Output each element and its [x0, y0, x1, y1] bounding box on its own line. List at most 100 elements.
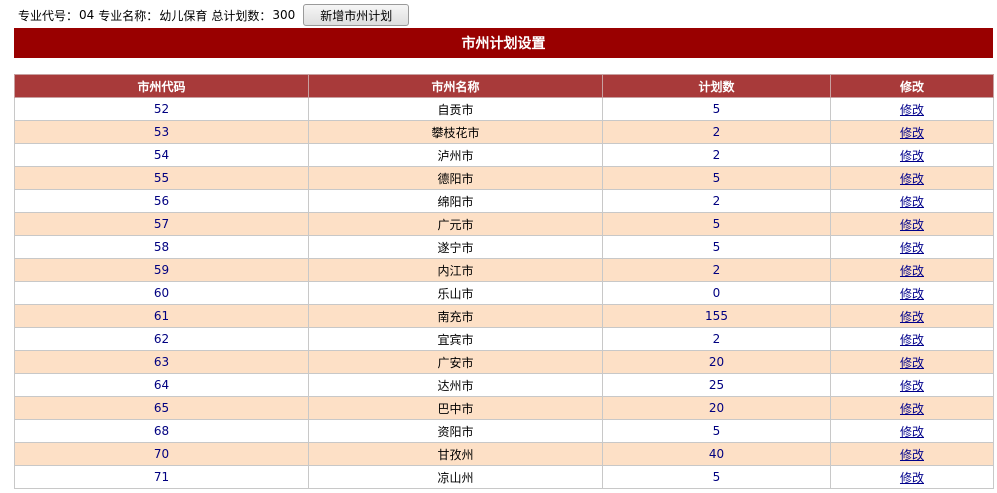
- city-name-cell: 凉山州: [308, 465, 603, 489]
- edit-link[interactable]: 修改: [900, 471, 924, 485]
- edit-link[interactable]: 修改: [900, 149, 924, 163]
- city-code-cell: 54: [14, 143, 309, 167]
- city-code-cell: 60: [14, 281, 309, 305]
- edit-link[interactable]: 修改: [900, 356, 924, 370]
- city-name-cell: 南充市: [308, 304, 603, 328]
- city-name-cell: 绵阳市: [308, 189, 603, 213]
- plan-count-cell: 20: [602, 396, 831, 420]
- plan-count-cell: 2: [602, 120, 831, 144]
- plan-count-cell: 5: [602, 419, 831, 443]
- city-code-cell: 56: [14, 189, 309, 213]
- column-header-edit: 修改: [830, 74, 994, 98]
- city-code-cell: 62: [14, 327, 309, 351]
- city-code-cell: 65: [14, 396, 309, 420]
- edit-cell: 修改: [830, 212, 994, 236]
- edit-cell: 修改: [830, 419, 994, 443]
- table-row: 56 绵阳市 2 修改: [14, 189, 994, 213]
- plan-count-cell: 2: [602, 189, 831, 213]
- add-city-plan-button[interactable]: 新增市州计划: [303, 4, 410, 26]
- edit-link[interactable]: 修改: [900, 402, 924, 416]
- edit-cell: 修改: [830, 327, 994, 351]
- edit-link[interactable]: 修改: [900, 448, 924, 462]
- table-row: 53 攀枝花市 2 修改: [14, 120, 994, 144]
- city-name-cell: 泸州市: [308, 143, 603, 167]
- plan-count-cell: 5: [602, 212, 831, 236]
- city-name-cell: 达州市: [308, 373, 603, 397]
- edit-link[interactable]: 修改: [900, 172, 924, 186]
- table-row: 71 凉山州 5 修改: [14, 465, 994, 489]
- city-code-cell: 55: [14, 166, 309, 190]
- plan-count-cell: 0: [602, 281, 831, 305]
- edit-cell: 修改: [830, 235, 994, 259]
- table-row: 55 德阳市 5 修改: [14, 166, 994, 190]
- table-row: 64 达州市 25 修改: [14, 373, 994, 397]
- table-row: 63 广安市 20 修改: [14, 350, 994, 374]
- city-name-cell: 甘孜州: [308, 442, 603, 466]
- edit-cell: 修改: [830, 97, 994, 121]
- edit-link[interactable]: 修改: [900, 126, 924, 140]
- column-header-city-name: 市州名称: [308, 74, 603, 98]
- edit-cell: 修改: [830, 350, 994, 374]
- edit-link[interactable]: 修改: [900, 264, 924, 278]
- edit-link[interactable]: 修改: [900, 287, 924, 301]
- city-name-cell: 广安市: [308, 350, 603, 374]
- table-row: 57 广元市 5 修改: [14, 212, 994, 236]
- city-name-cell: 攀枝花市: [308, 120, 603, 144]
- edit-cell: 修改: [830, 304, 994, 328]
- city-code-cell: 57: [14, 212, 309, 236]
- table-row: 60 乐山市 0 修改: [14, 281, 994, 305]
- table-row: 68 资阳市 5 修改: [14, 419, 994, 443]
- edit-cell: 修改: [830, 143, 994, 167]
- edit-link[interactable]: 修改: [900, 218, 924, 232]
- table-row: 54 泸州市 2 修改: [14, 143, 994, 167]
- major-info-bar: 专业代号： 04 专业名称： 幼儿保育 总计划数： 300 新增市州计划: [18, 3, 410, 27]
- edit-link[interactable]: 修改: [900, 310, 924, 324]
- city-code-cell: 59: [14, 258, 309, 282]
- city-code-cell: 68: [14, 419, 309, 443]
- major-code-label: 专业代号：: [18, 8, 79, 23]
- city-name-cell: 内江市: [308, 258, 603, 282]
- table-row: 61 南充市 155 修改: [14, 304, 994, 328]
- table-body: 52 自贡市 5 修改 53 攀枝花市 2 修改 54 泸州市 2 修改 55 德阳市 5 修改 56 绵阳市 2 修…: [14, 97, 994, 489]
- major-code-value: 04: [79, 8, 95, 22]
- city-name-cell: 广元市: [308, 212, 603, 236]
- plan-count-cell: 5: [602, 166, 831, 190]
- edit-link[interactable]: 修改: [900, 379, 924, 393]
- plan-count-cell: 5: [602, 465, 831, 489]
- city-code-cell: 52: [14, 97, 309, 121]
- plan-count-cell: 5: [602, 97, 831, 121]
- edit-cell: 修改: [830, 396, 994, 420]
- city-code-cell: 63: [14, 350, 309, 374]
- table-row: 59 内江市 2 修改: [14, 258, 994, 282]
- plan-count-cell: 2: [602, 327, 831, 351]
- edit-cell: 修改: [830, 373, 994, 397]
- edit-cell: 修改: [830, 120, 994, 144]
- plan-count-cell: 2: [602, 258, 831, 282]
- edit-link[interactable]: 修改: [900, 103, 924, 117]
- table-row: 52 自贡市 5 修改: [14, 97, 994, 121]
- city-name-cell: 乐山市: [308, 281, 603, 305]
- table-row: 58 遂宁市 5 修改: [14, 235, 994, 259]
- edit-link[interactable]: 修改: [900, 333, 924, 347]
- edit-cell: 修改: [830, 189, 994, 213]
- plan-count-cell: 40: [602, 442, 831, 466]
- city-name-cell: 自贡市: [308, 97, 603, 121]
- edit-link[interactable]: 修改: [900, 425, 924, 439]
- edit-cell: 修改: [830, 166, 994, 190]
- major-name-value: 幼儿保育: [159, 8, 208, 23]
- city-name-cell: 巴中市: [308, 396, 603, 420]
- table-row: 65 巴中市 20 修改: [14, 396, 994, 420]
- edit-cell: 修改: [830, 465, 994, 489]
- edit-link[interactable]: 修改: [900, 241, 924, 255]
- city-name-cell: 资阳市: [308, 419, 603, 443]
- total-plan-value: 300: [272, 8, 296, 22]
- major-name-label: 专业名称：: [98, 8, 159, 23]
- edit-link[interactable]: 修改: [900, 195, 924, 209]
- city-name-cell: 遂宁市: [308, 235, 603, 259]
- edit-cell: 修改: [830, 442, 994, 466]
- page-title: 市州计划设置: [14, 28, 993, 58]
- city-name-cell: 德阳市: [308, 166, 603, 190]
- city-name-cell: 宜宾市: [308, 327, 603, 351]
- plan-count-cell: 155: [602, 304, 831, 328]
- edit-cell: 修改: [830, 281, 994, 305]
